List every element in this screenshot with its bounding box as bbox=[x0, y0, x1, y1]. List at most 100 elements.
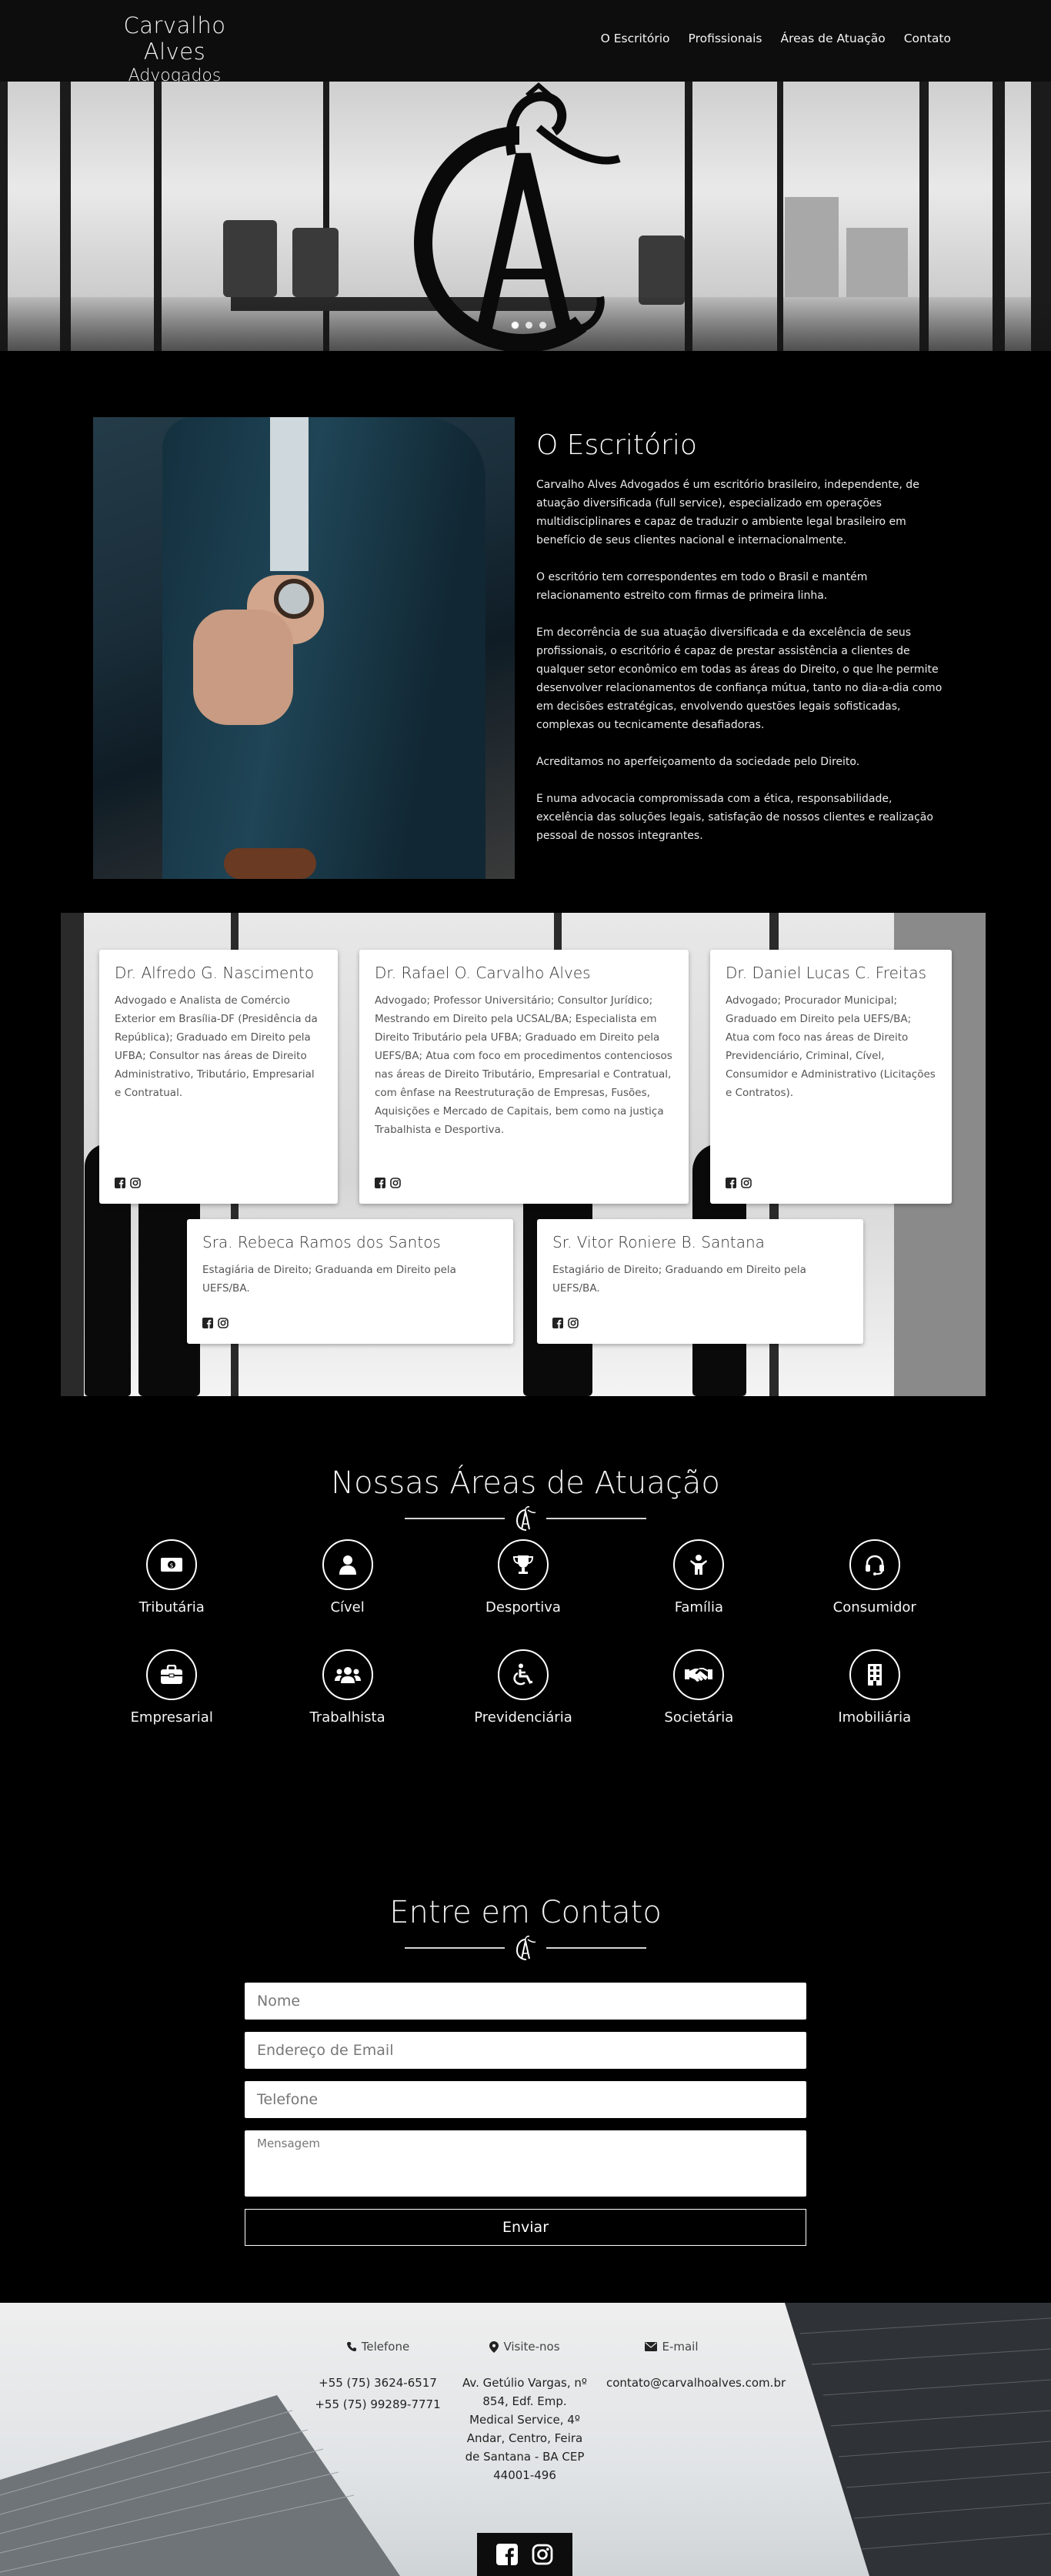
about-title: O Escritório bbox=[536, 429, 697, 461]
trophy-icon bbox=[512, 1555, 533, 1574]
email-field[interactable]: Endereço de Email bbox=[245, 2032, 806, 2069]
contact-title: Entre em Contato bbox=[389, 1895, 662, 1930]
carousel-dot[interactable] bbox=[539, 322, 546, 329]
about-photo bbox=[93, 417, 515, 879]
svg-text:$: $ bbox=[170, 1562, 174, 1569]
phone-number[interactable]: +55 (75) 3624-6517 bbox=[312, 2374, 443, 2392]
area-label: Imobiliária bbox=[838, 1709, 912, 1726]
footer-phone: Telefone +55 (75) 3624-6517 +55 (75) 992… bbox=[312, 2340, 443, 2417]
skyscraper-left bbox=[0, 2395, 400, 2576]
facebook-icon[interactable] bbox=[202, 1318, 213, 1328]
instagram-icon[interactable] bbox=[568, 1318, 579, 1328]
instagram-icon[interactable] bbox=[218, 1318, 229, 1328]
area-label: Empresarial bbox=[130, 1709, 213, 1726]
area-label: Trabalhista bbox=[309, 1709, 385, 1726]
team-card: Dr. Rafael O. Carvalho Alves Advogado; P… bbox=[359, 950, 689, 1204]
area-empresarial[interactable]: Empresarial bbox=[84, 1649, 259, 1726]
facebook-icon[interactable] bbox=[115, 1178, 125, 1188]
areas-grid: $ Tributária Cível Desportiva Família Co… bbox=[84, 1539, 963, 1726]
nav-item-escritorio[interactable]: O Escritório bbox=[601, 32, 670, 45]
carousel-dot[interactable] bbox=[512, 322, 519, 329]
phone-number[interactable]: +55 (75) 99289-7771 bbox=[312, 2395, 443, 2414]
child-icon bbox=[690, 1555, 708, 1575]
email-address[interactable]: contato@carvalhoalves.com.br bbox=[606, 2374, 786, 2392]
area-trabalhista[interactable]: Trabalhista bbox=[259, 1649, 435, 1726]
skyscraper-right bbox=[785, 2303, 1051, 2576]
instagram-icon[interactable] bbox=[130, 1178, 141, 1188]
phone-field[interactable]: Telefone bbox=[245, 2081, 806, 2118]
about-text: Carvalho Alves Advogados é um escritório… bbox=[536, 476, 952, 864]
facebook-icon[interactable] bbox=[552, 1318, 563, 1328]
map-marker-icon bbox=[489, 2340, 499, 2353]
team-member-name: Sra. Rebeca Ramos dos Santos bbox=[202, 1233, 441, 1251]
ca-monogram-icon bbox=[515, 1936, 536, 1960]
brand-line1: Carvalho Alves bbox=[123, 12, 226, 65]
facebook-icon[interactable] bbox=[375, 1178, 385, 1188]
contact-section: Entre em Contato Nome Endereço de Email … bbox=[0, 1855, 1051, 2303]
email-label: E-mail bbox=[662, 2340, 699, 2354]
area-label: Desportiva bbox=[485, 1599, 561, 1615]
brand-logo[interactable]: Carvalho Alves Advogados bbox=[98, 12, 252, 85]
title-divider bbox=[0, 1505, 1051, 1532]
footer: Telefone +55 (75) 3624-6517 +55 (75) 992… bbox=[0, 2303, 1051, 2576]
team-card: Sra. Rebeca Ramos dos Santos Estagiária … bbox=[187, 1219, 513, 1344]
area-consumidor[interactable]: Consumidor bbox=[787, 1539, 963, 1615]
team-social bbox=[115, 1178, 141, 1188]
area-previdenciaria[interactable]: Previdenciária bbox=[435, 1649, 611, 1726]
nav-menu: O Escritório Profissionais Áreas de Atua… bbox=[601, 32, 951, 45]
areas-section: Nossas Áreas de Atuação $ Tributária Cív… bbox=[0, 1396, 1051, 1855]
areas-title: Nossas Áreas de Atuação bbox=[331, 1465, 720, 1501]
about-section: O Escritório Carvalho Alves Advogados é … bbox=[0, 351, 1051, 913]
area-tributaria[interactable]: $ Tributária bbox=[84, 1539, 259, 1615]
area-desportiva[interactable]: Desportiva bbox=[435, 1539, 611, 1615]
carousel-indicators bbox=[512, 322, 546, 329]
money-icon: $ bbox=[161, 1558, 183, 1572]
area-societaria[interactable]: Societária bbox=[611, 1649, 786, 1726]
team-member-bio: Estagiário de Direito; Graduando em Dire… bbox=[552, 1264, 806, 1295]
footer-email: E-mail contato@carvalhoalves.com.br bbox=[606, 2340, 786, 2395]
phone-label: Telefone bbox=[361, 2340, 410, 2354]
team-member-bio: Advogado; Procurador Municipal; Graduado… bbox=[726, 994, 936, 1099]
address-text: Av. Getúlio Vargas, nº 854, Edf. Emp. Me… bbox=[462, 2376, 587, 2482]
team-social bbox=[552, 1318, 579, 1328]
building bbox=[785, 197, 839, 297]
instagram-icon[interactable] bbox=[532, 2544, 553, 2565]
footer-social bbox=[477, 2533, 572, 2576]
carousel-dot[interactable] bbox=[526, 322, 532, 329]
team-member-name: Dr. Alfredo G. Nascimento bbox=[115, 964, 315, 982]
user-icon bbox=[339, 1555, 356, 1575]
ca-monogram-icon bbox=[413, 82, 621, 351]
instagram-icon[interactable] bbox=[741, 1178, 752, 1188]
about-paragraph: O escritório tem correspondentes em todo… bbox=[536, 571, 868, 602]
wheelchair-icon bbox=[513, 1663, 533, 1686]
facebook-icon[interactable] bbox=[496, 2544, 518, 2565]
facebook-icon[interactable] bbox=[726, 1178, 736, 1188]
title-divider bbox=[0, 1935, 1051, 1961]
nav-item-areas[interactable]: Áreas de Atuação bbox=[781, 32, 886, 45]
building-icon bbox=[867, 1664, 882, 1686]
area-label: Família bbox=[674, 1599, 724, 1615]
nav-item-contato[interactable]: Contato bbox=[904, 32, 951, 45]
team-section: Dr. Alfredo G. Nascimento Advogado e Ana… bbox=[0, 913, 1051, 1396]
area-familia[interactable]: Família bbox=[611, 1539, 786, 1615]
team-member-name: Dr. Rafael O. Carvalho Alves bbox=[375, 964, 591, 982]
handshake-icon bbox=[685, 1668, 713, 1682]
about-paragraph: E numa advocacia compromissada com a éti… bbox=[536, 793, 933, 842]
team-card: Dr. Daniel Lucas C. Freitas Advogado; Pr… bbox=[710, 950, 952, 1204]
submit-button[interactable]: Enviar bbox=[245, 2209, 806, 2246]
message-field[interactable]: Mensagem bbox=[245, 2130, 806, 2197]
phone-icon bbox=[346, 2342, 356, 2351]
contact-form: Nome Endereço de Email Telefone Mensagem… bbox=[245, 1983, 806, 2246]
team-member-name: Sr. Vitor Roniere B. Santana bbox=[552, 1233, 765, 1251]
headset-icon bbox=[865, 1555, 884, 1575]
name-field[interactable]: Nome bbox=[245, 1983, 806, 2020]
area-label: Societária bbox=[664, 1709, 734, 1726]
area-imobiliaria[interactable]: Imobiliária bbox=[787, 1649, 963, 1726]
instagram-icon[interactable] bbox=[390, 1178, 401, 1188]
area-civel[interactable]: Cível bbox=[259, 1539, 435, 1615]
area-label: Previdenciária bbox=[474, 1709, 572, 1726]
team-member-name: Dr. Daniel Lucas C. Freitas bbox=[726, 964, 926, 982]
nav-item-profissionais[interactable]: Profissionais bbox=[689, 32, 762, 45]
envelope-icon bbox=[645, 2342, 658, 2351]
team-social bbox=[202, 1318, 229, 1328]
